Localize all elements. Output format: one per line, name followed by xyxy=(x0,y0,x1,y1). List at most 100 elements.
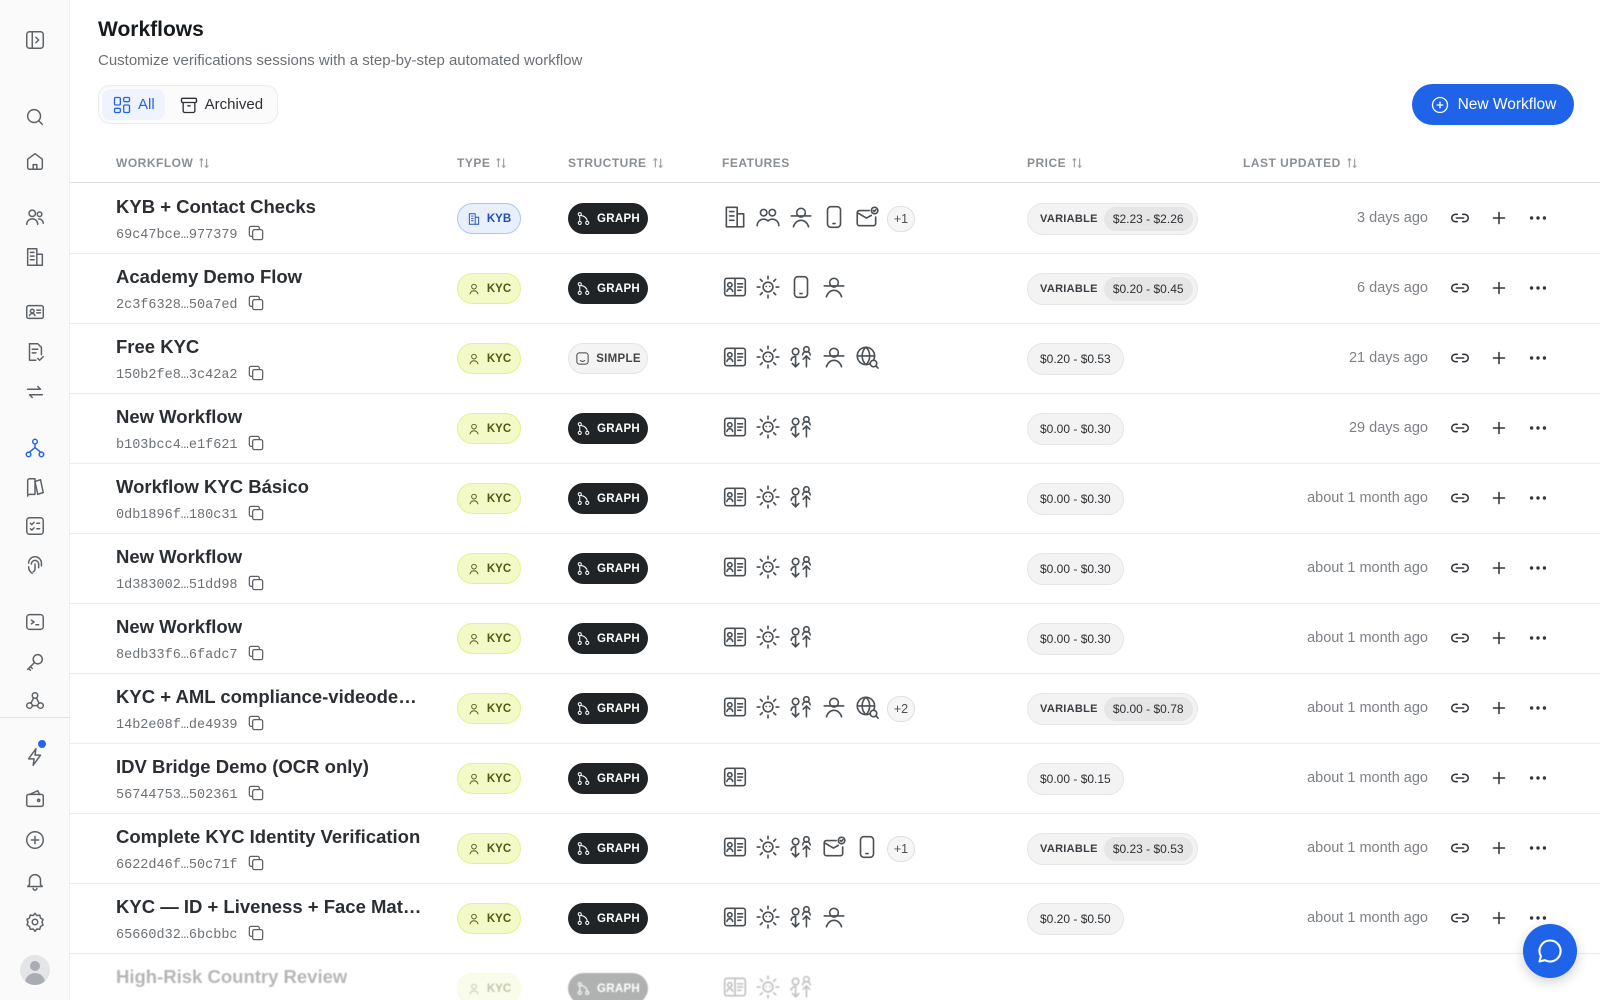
plus-icon[interactable] xyxy=(1487,556,1511,580)
more-options-icon[interactable] xyxy=(1526,276,1550,300)
copy-icon[interactable] xyxy=(246,573,266,598)
workflow-name[interactable]: High-Risk Country Review xyxy=(116,966,347,988)
document-check-icon[interactable] xyxy=(23,340,47,364)
home-icon[interactable] xyxy=(23,149,47,173)
copy-icon[interactable] xyxy=(246,503,266,528)
webhook-icon[interactable] xyxy=(23,689,47,713)
plus-icon[interactable] xyxy=(1487,766,1511,790)
copy-icon[interactable] xyxy=(246,223,266,248)
more-options-icon[interactable] xyxy=(1526,696,1550,720)
copy-icon[interactable] xyxy=(246,713,266,738)
link-icon[interactable] xyxy=(1448,696,1472,720)
gear-icon[interactable] xyxy=(23,910,47,934)
copy-icon[interactable] xyxy=(246,783,266,808)
sidebar-toggle-icon[interactable] xyxy=(23,28,47,52)
workflow-name[interactable]: Complete KYC Identity Verification xyxy=(116,826,420,848)
more-options-icon[interactable] xyxy=(1526,836,1550,860)
workflow-name[interactable]: Free KYC xyxy=(116,336,199,358)
plus-icon[interactable] xyxy=(1487,836,1511,860)
more-features-badge[interactable]: +1 xyxy=(887,836,915,862)
table-row[interactable]: High-Risk Country Review KYC GRAPH xyxy=(70,954,1600,1000)
more-options-icon[interactable] xyxy=(1526,766,1550,790)
plus-icon[interactable] xyxy=(1487,206,1511,230)
copy-icon[interactable] xyxy=(246,923,266,948)
link-icon[interactable] xyxy=(1448,836,1472,860)
workflow-icon[interactable] xyxy=(23,436,47,460)
link-icon[interactable] xyxy=(1448,626,1472,650)
link-icon[interactable] xyxy=(1448,766,1472,790)
more-options-icon[interactable] xyxy=(1526,416,1550,440)
checklist-icon[interactable] xyxy=(23,514,47,538)
search-icon[interactable] xyxy=(23,105,47,129)
workflow-name[interactable]: New Workflow xyxy=(116,406,242,428)
bell-icon[interactable] xyxy=(23,869,47,893)
link-icon[interactable] xyxy=(1448,556,1472,580)
lightning-icon[interactable] xyxy=(23,745,47,769)
more-options-icon[interactable] xyxy=(1526,346,1550,370)
table-row[interactable]: KYB + Contact Checks 69c47bce…977379 KYB GR… xyxy=(70,184,1600,254)
plus-icon[interactable] xyxy=(1487,486,1511,510)
plus-icon[interactable] xyxy=(1487,346,1511,370)
workflow-name[interactable]: IDV Bridge Demo (OCR only) xyxy=(116,756,369,778)
more-options-icon[interactable] xyxy=(1526,486,1550,510)
column-last-updated[interactable]: LAST UPDATED xyxy=(1243,156,1359,170)
link-icon[interactable] xyxy=(1448,416,1472,440)
table-row[interactable]: Academy Demo Flow 2c3f6328…50a7ed KYC GRAPH… xyxy=(70,254,1600,324)
link-icon[interactable] xyxy=(1448,906,1472,930)
users-icon[interactable] xyxy=(23,205,47,229)
workflow-name[interactable]: New Workflow xyxy=(116,616,242,638)
filter-archived-button[interactable]: Archived xyxy=(169,89,273,120)
column-structure[interactable]: STRUCTURE xyxy=(568,156,665,170)
more-options-icon[interactable] xyxy=(1526,556,1550,580)
workflow-name[interactable]: Workflow KYC Básico xyxy=(116,476,309,498)
copy-icon[interactable] xyxy=(246,643,266,668)
copy-icon[interactable] xyxy=(246,433,266,458)
workflow-name[interactable]: Academy Demo Flow xyxy=(116,266,302,288)
table-row[interactable]: IDV Bridge Demo (OCR only) 56744753…50236… xyxy=(70,744,1600,814)
copy-icon[interactable] xyxy=(246,293,266,318)
avatar[interactable] xyxy=(20,955,50,985)
column-type[interactable]: TYPE xyxy=(457,156,508,170)
copy-icon[interactable] xyxy=(246,363,266,388)
plus-icon[interactable] xyxy=(1487,416,1511,440)
more-options-icon[interactable] xyxy=(1526,626,1550,650)
workflow-name[interactable]: KYB + Contact Checks xyxy=(116,196,316,218)
column-price[interactable]: PRICE xyxy=(1027,156,1084,170)
table-row[interactable]: New Workflow 1d383002…51dd98 KYC GRAPH $0.00… xyxy=(70,534,1600,604)
workflow-name[interactable]: KYC — ID + Liveness + Face Matc… xyxy=(116,896,426,918)
terminal-icon[interactable] xyxy=(23,610,47,634)
filter-all-button[interactable]: All xyxy=(102,89,165,120)
link-icon[interactable] xyxy=(1448,276,1472,300)
workflow-name[interactable]: New Workflow xyxy=(116,546,242,568)
table-row[interactable]: KYC + AML compliance-videodec… 14b2e08f…d… xyxy=(70,674,1600,744)
plus-circle-icon[interactable] xyxy=(23,828,47,852)
workflow-name[interactable]: KYC + AML compliance-videodec… xyxy=(116,686,426,708)
plus-icon[interactable] xyxy=(1487,696,1511,720)
link-icon[interactable] xyxy=(1448,486,1472,510)
new-workflow-button[interactable]: New Workflow xyxy=(1412,84,1574,125)
copy-icon[interactable] xyxy=(246,853,266,878)
link-icon[interactable] xyxy=(1448,206,1472,230)
wallet-icon[interactable] xyxy=(23,787,47,811)
table-row[interactable]: New Workflow 8edb33f6…6fadc7 KYC GRAPH $0.00… xyxy=(70,604,1600,674)
plus-icon[interactable] xyxy=(1487,276,1511,300)
more-features-badge[interactable]: +2 xyxy=(887,696,915,722)
table-row[interactable]: Workflow KYC Básico 0db1896f…180c31 KYC GRA… xyxy=(70,464,1600,534)
more-features-badge[interactable]: +1 xyxy=(887,206,915,232)
table-row[interactable]: Free KYC 150b2fe8…3c42a2 KYC SIMPLE $0.20 - … xyxy=(70,324,1600,394)
table-row[interactable]: KYC — ID + Liveness + Face Matc… 65660d32… xyxy=(70,884,1600,954)
book-icon[interactable] xyxy=(23,475,47,499)
plus-icon[interactable] xyxy=(1487,906,1511,930)
key-icon[interactable] xyxy=(23,650,47,674)
table-row[interactable]: New Workflow b103bcc4…e1f621 KYC GRAPH $0.00… xyxy=(70,394,1600,464)
building-icon[interactable] xyxy=(23,245,47,269)
chat-button[interactable] xyxy=(1523,924,1577,978)
fingerprint-icon[interactable] xyxy=(23,553,47,577)
more-options-icon[interactable] xyxy=(1526,206,1550,230)
id-card-icon[interactable] xyxy=(23,300,47,324)
plus-icon[interactable] xyxy=(1487,626,1511,650)
transfer-icon[interactable] xyxy=(23,380,47,404)
table-row[interactable]: Complete KYC Identity Verification 6622d4… xyxy=(70,814,1600,884)
link-icon[interactable] xyxy=(1448,346,1472,370)
column-workflow[interactable]: WORKFLOW xyxy=(116,156,211,170)
